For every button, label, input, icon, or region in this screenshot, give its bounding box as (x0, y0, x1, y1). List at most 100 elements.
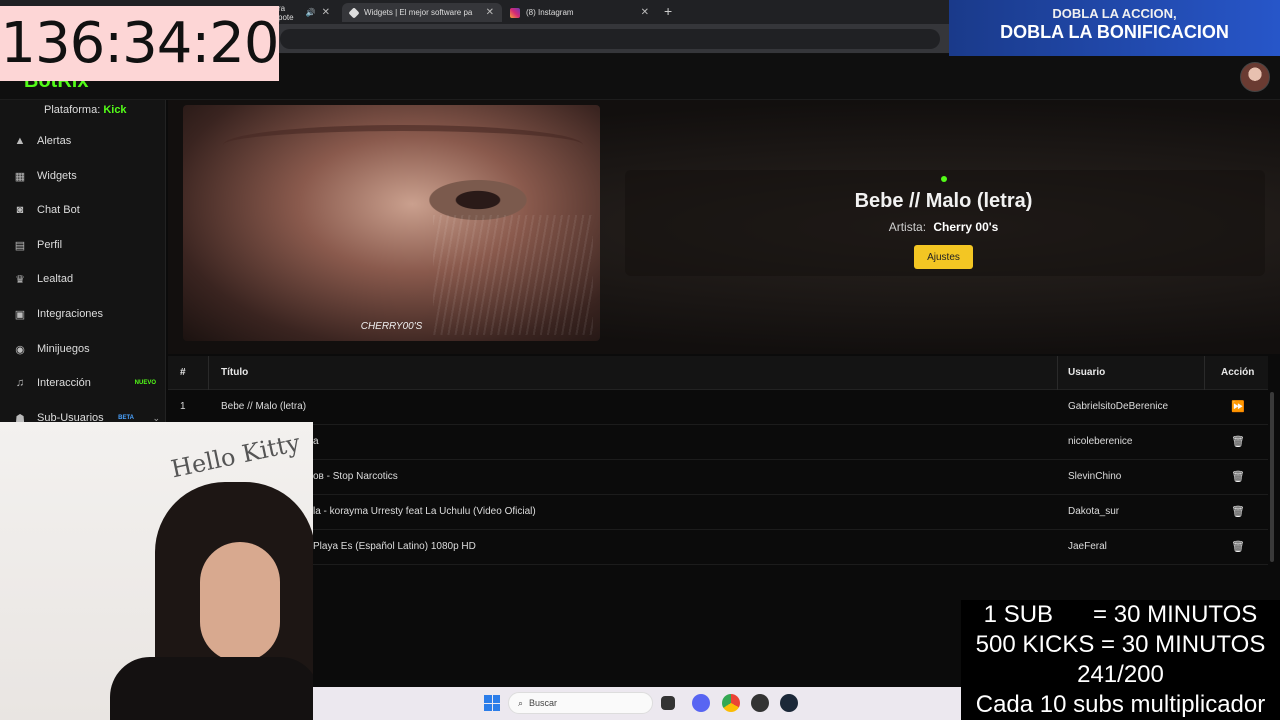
webcam-person (110, 657, 313, 720)
row-title: a (313, 436, 319, 447)
platform-label: Plataforma: (44, 104, 101, 116)
row-user: Dakota_sur (1068, 506, 1120, 517)
new-badge: NUEVO (134, 380, 156, 386)
goal-line: 1 SUB = 30 MINUTOS (983, 601, 1258, 628)
search-icon: ⌕ (518, 697, 524, 708)
id-card-icon: ▤ (14, 239, 26, 252)
gamepad-icon: ◉ (15, 343, 25, 356)
sidebar-item-label: Integraciones (37, 308, 104, 320)
song-artist: Artista: Cherry 00's (625, 220, 1262, 234)
tab-label: (8) Instagram (526, 8, 574, 17)
sidebar-item-label: Minijuegos (37, 343, 90, 355)
settings-button[interactable]: Ajustes (914, 245, 973, 269)
table-row: Playa Es (Español Latino) 1080p HD JaeFe… (168, 530, 1268, 565)
row-title: ов - Stop Narcotics (313, 471, 398, 482)
browser-tab-2[interactable]: Widgets | El mejor software pa ✕ (342, 3, 502, 22)
album-cover: CHERRY00'S (183, 105, 600, 341)
trash-icon[interactable]: 🗑 (1231, 435, 1245, 448)
tab-label: ra pote (278, 3, 294, 22)
taskbar-search[interactable]: ⌕ Buscar (508, 692, 653, 714)
song-title: Bebe // Malo (letra) (854, 190, 1033, 212)
table-scrollbar[interactable] (1270, 392, 1274, 562)
instagram-icon (510, 7, 520, 18)
sidebar-item-label: Interacción (37, 377, 91, 389)
obs-icon[interactable] (751, 694, 769, 712)
chrome-icon[interactable] (722, 694, 740, 712)
table-row: la - korayma Urresty feat La Uchulu (Vid… (168, 495, 1268, 530)
webcam-person (200, 542, 280, 662)
skip-icon[interactable]: ⏩ (1231, 400, 1245, 413)
promo-line-2: DOBLA LA BONIFICACION (1000, 22, 1229, 42)
sidebar-item-alertas[interactable]: ▲ Alertas (0, 124, 166, 158)
search-placeholder: Buscar (529, 698, 558, 708)
subathon-goal-overlay: 1 SUB = 30 MINUTOS 500 KICKS = 30 MINUTO… (961, 600, 1280, 720)
sidebar-item-label: Alertas (37, 135, 72, 147)
song-queue-table: # Título Usuario Acción 1 Bebe // Malo (… (168, 356, 1268, 565)
goal-line: 500 KICKS = 30 MINUTOS (975, 631, 1266, 658)
tab-label: Widgets | El mejor software pa (364, 8, 473, 17)
beta-badge: BETA (118, 415, 134, 421)
sidebar-item-interaccion[interactable]: ♫ Interacción NUEVO (0, 366, 166, 400)
promo-line-1: DOBLA LA ACCION, (1052, 6, 1177, 21)
close-tab-icon[interactable]: ✕ (322, 7, 330, 18)
close-tab-icon[interactable]: ✕ (641, 7, 649, 18)
promo-banner: DOBLA LA ACCION, DOBLA LA BONIFICACION (949, 0, 1280, 56)
goal-line: Cada 10 subs multiplicador (975, 691, 1266, 718)
row-title: Playa Es (Español Latino) 1080p HD (313, 541, 476, 552)
browser-tab-3[interactable]: (8) Instagram ✕ (502, 3, 657, 22)
col-header-title: Título (221, 367, 249, 378)
task-view-icon[interactable] (661, 696, 675, 710)
sidebar-item-chat-bot[interactable]: ◙ Chat Bot (0, 193, 166, 227)
artist-label: Artista: (888, 220, 927, 234)
row-num: 1 (180, 401, 186, 412)
table-header: # Título Usuario Acción (168, 356, 1268, 390)
platform-indicator: Plataforma: Kick (44, 104, 127, 116)
cover-caption: CHERRY00'S (360, 321, 423, 332)
sidebar-item-label: Chat Bot (37, 204, 80, 216)
sidebar-item-label: Widgets (37, 170, 77, 182)
steam-icon[interactable] (780, 694, 798, 712)
new-tab-button[interactable]: + (664, 3, 672, 19)
trash-icon[interactable]: 🗑 (1231, 505, 1245, 518)
webcam-feed: Hello Kitty (0, 422, 313, 720)
row-user: nicoleberenice (1068, 436, 1133, 447)
warning-icon: ▲ (14, 135, 26, 147)
row-user: SlevinChino (1068, 471, 1122, 482)
stream-timer: 136:34:20 (0, 6, 280, 81)
grid-icon: ▦ (14, 170, 26, 183)
table-row: 1 Bebe // Malo (letra) GabrielsitoDeBere… (168, 390, 1268, 425)
sidebar-item-integraciones[interactable]: ▣ Integraciones (0, 297, 166, 331)
column-divider (1057, 356, 1058, 390)
column-divider (208, 356, 209, 390)
botrix-favicon-icon (348, 6, 360, 19)
trash-icon[interactable]: 🗑 (1231, 540, 1245, 553)
table-row: ов - Stop Narcotics SlevinChino 🗑 (168, 460, 1268, 495)
address-bar[interactable] (280, 29, 940, 49)
plug-icon: ▣ (14, 308, 26, 321)
screen: ra pote 🔊 ✕ Widgets | El mejor software … (0, 0, 1280, 720)
user-avatar[interactable] (1240, 62, 1270, 92)
col-header-user: Usuario (1068, 367, 1106, 378)
sidebar-item-label: Perfil (37, 239, 63, 251)
artist-name: Cherry 00's (933, 220, 999, 234)
trash-icon[interactable]: 🗑 (1231, 470, 1245, 483)
sidebar-item-minijuegos[interactable]: ◉ Minijuegos (0, 332, 166, 366)
sidebar-item-perfil[interactable]: ▤ Perfil (0, 228, 166, 262)
sidebar-item-label: Lealtad (37, 273, 74, 285)
robot-icon: ◙ (16, 204, 24, 216)
col-header-num: # (180, 367, 186, 378)
close-tab-icon[interactable]: ✕ (486, 7, 494, 18)
windows-start-icon[interactable] (484, 695, 500, 711)
table-row: a nicoleberenice 🗑 (168, 425, 1268, 460)
sidebar-item-lealtad[interactable]: ♛ Lealtad (0, 262, 166, 296)
live-status-dot (941, 176, 947, 182)
browser-tab-1[interactable]: ra pote 🔊 ✕ (270, 3, 338, 22)
discord-icon[interactable] (692, 694, 710, 712)
row-title: Bebe // Malo (letra) (221, 401, 307, 412)
col-header-action: Acción (1221, 367, 1255, 378)
sidebar-item-widgets[interactable]: ▦ Widgets (0, 159, 166, 193)
music-icon: ♫ (15, 377, 25, 389)
cover-art-detail (433, 215, 593, 335)
row-user: JaeFeral (1068, 541, 1107, 552)
goal-line: 241/200 (1077, 661, 1164, 688)
